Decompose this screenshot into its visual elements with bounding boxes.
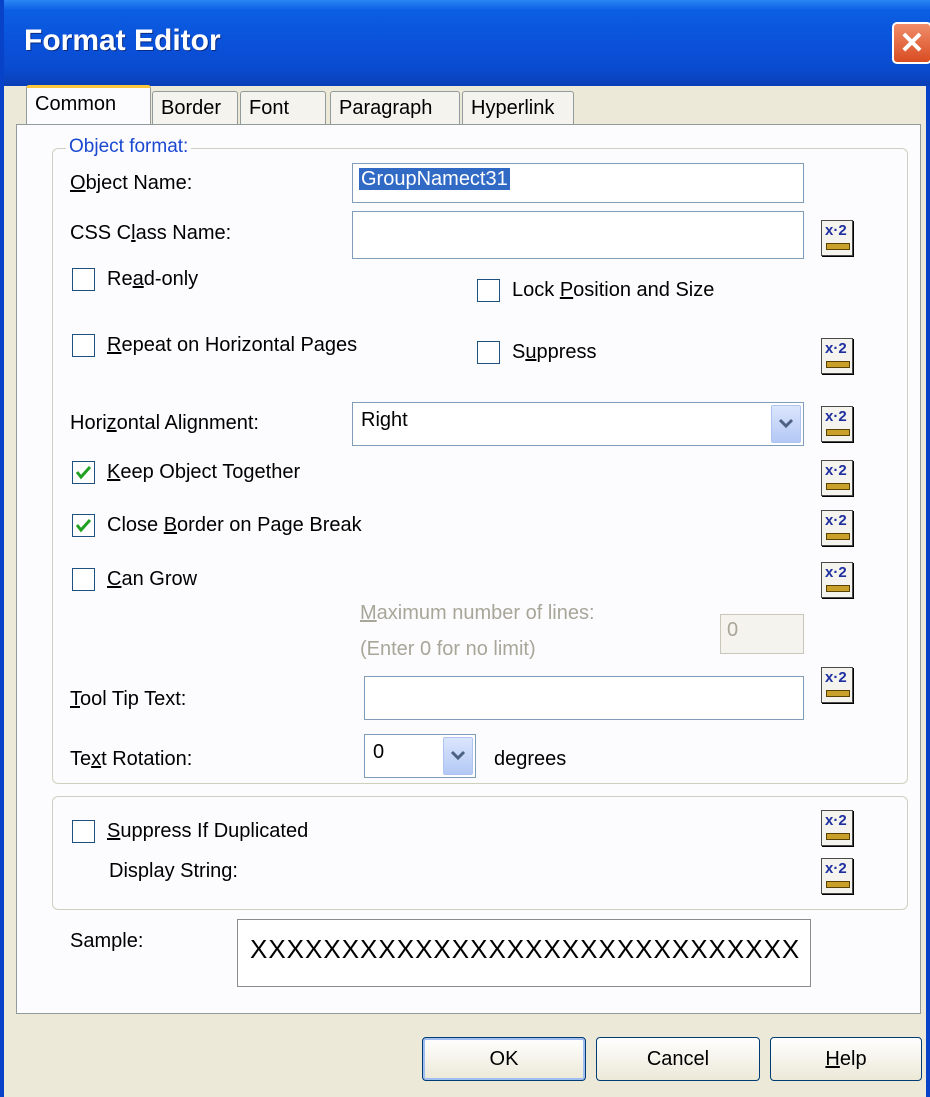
alignment-formula-button[interactable]: x·2 [821, 406, 853, 442]
tab-common-label: Common [35, 93, 117, 115]
display-string-label: Display String: [109, 860, 238, 882]
keep-together-label: Keep Object Together [107, 461, 301, 483]
close-border-label: Close Border on Page Break [107, 514, 362, 536]
text-rotation-label: Text Rotation: [70, 748, 193, 770]
formula-button-icon: x·2 [825, 222, 847, 239]
help-button[interactable]: Help [770, 1037, 922, 1081]
repeat-horizontal-checkbox[interactable] [72, 334, 95, 357]
chevron-down-icon[interactable] [771, 405, 801, 443]
close-icon: ✕ [899, 26, 925, 60]
object-name-label: Object Name: [70, 172, 193, 194]
close-button[interactable]: ✕ [892, 22, 930, 64]
checkmark-icon [75, 518, 92, 533]
help-button-label: Help [825, 1047, 867, 1070]
suppress-duplicated-label: Suppress If Duplicated [107, 820, 309, 842]
formula-button-icon: x·2 [825, 462, 847, 479]
checkmark-icon [75, 465, 92, 480]
formula-button-icon: x·2 [825, 340, 847, 357]
formula-button-icon: x·2 [825, 564, 847, 581]
object-name-value: GroupNamect31 [359, 168, 510, 190]
tab-hyperlink[interactable]: Hyperlink [462, 91, 574, 125]
tab-font[interactable]: Font [240, 91, 326, 125]
formula-button-icon: x·2 [825, 669, 847, 686]
sample-preview: XXXXXXXXXXXXXXXXXXXXXXXXXXXXXX [237, 919, 811, 987]
keep-together-checkbox[interactable] [72, 461, 95, 484]
tab-border-label: Border [161, 97, 222, 119]
read-only-checkbox[interactable] [72, 268, 95, 291]
format-editor-window: Format Editor ✕ Common Border Font Parag… [0, 0, 930, 1097]
cancel-button[interactable]: Cancel [596, 1037, 760, 1081]
max-lines-input: 0 [720, 614, 804, 654]
lock-position-label: Lock Position and Size [512, 279, 715, 301]
ok-button[interactable]: OK [422, 1037, 586, 1081]
lock-position-checkbox[interactable] [477, 279, 500, 302]
window-title: Format Editor [24, 24, 221, 57]
suppress-label: Suppress [512, 341, 597, 363]
title-bar[interactable]: Format Editor ✕ [4, 0, 930, 86]
suppress-duplicated-formula-button[interactable]: x·2 [821, 810, 853, 846]
css-class-label: CSS Class Name: [70, 222, 232, 244]
tab-font-label: Font [249, 97, 290, 119]
max-lines-label: Maximum number of lines: [360, 602, 595, 624]
can-grow-formula-button[interactable]: x·2 [821, 562, 853, 598]
horizontal-alignment-select[interactable]: Right [352, 402, 804, 446]
can-grow-label: Can Grow [107, 568, 198, 590]
keep-together-formula-button[interactable]: x·2 [821, 460, 853, 496]
horizontal-alignment-value: Right [361, 409, 408, 431]
tab-paragraph-label: Paragraph [339, 97, 433, 119]
repeat-horizontal-label: Repeat on Horizontal Pages [107, 334, 358, 356]
formula-button-icon: x·2 [825, 860, 847, 877]
tooltip-input[interactable] [364, 676, 804, 720]
css-class-formula-button[interactable]: x·2 [821, 220, 853, 256]
read-only-label: Read-only [107, 268, 199, 290]
max-lines-hint: (Enter 0 for no limit) [360, 638, 536, 660]
suppress-duplicated-checkbox[interactable] [72, 820, 95, 843]
suppress-checkbox[interactable] [477, 341, 500, 364]
suppress-formula-button[interactable]: x·2 [821, 338, 853, 374]
tab-border[interactable]: Border [152, 91, 238, 125]
degrees-label: degrees [494, 748, 567, 770]
css-class-input[interactable] [352, 211, 804, 259]
horizontal-alignment-label: Horizontal Alignment: [70, 412, 259, 434]
close-border-checkbox[interactable] [72, 514, 95, 537]
formula-button-icon: x·2 [825, 812, 847, 829]
sample-label: Sample: [70, 930, 144, 952]
text-rotation-select[interactable]: 0 [364, 734, 476, 778]
text-rotation-value: 0 [373, 741, 385, 763]
object-name-input[interactable]: GroupNamect31 [352, 163, 804, 203]
formula-button-icon: x·2 [825, 512, 847, 529]
tooltip-label: Tool Tip Text: [70, 688, 187, 710]
tooltip-formula-button[interactable]: x·2 [821, 667, 853, 703]
tab-hyperlink-label: Hyperlink [471, 97, 555, 119]
tab-paragraph[interactable]: Paragraph [330, 91, 460, 125]
close-border-formula-button[interactable]: x·2 [821, 510, 853, 546]
object-format-legend: Object format: [66, 136, 192, 158]
formula-button-icon: x·2 [825, 408, 847, 425]
can-grow-checkbox[interactable] [72, 568, 95, 591]
chevron-down-icon[interactable] [443, 737, 473, 775]
tab-common[interactable]: Common [26, 85, 151, 126]
duplicate-group [52, 796, 908, 910]
display-string-formula-button[interactable]: x·2 [821, 858, 853, 894]
